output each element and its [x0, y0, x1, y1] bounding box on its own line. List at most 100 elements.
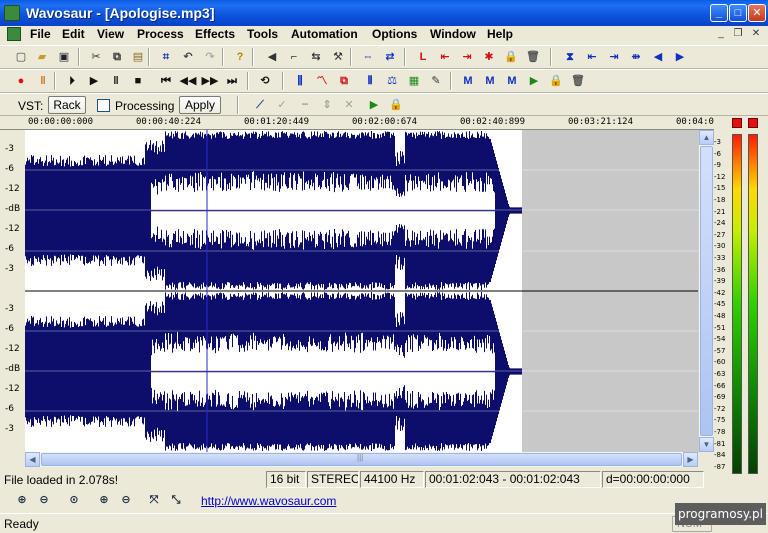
region-play-icon[interactable]: ▶ [524, 71, 544, 91]
play-icon[interactable]: ▶ [84, 71, 104, 91]
marker-delete-icon[interactable]: ✱ [479, 47, 499, 67]
scroll-up-button[interactable]: ▲ [699, 130, 714, 145]
copy-icon[interactable]: ⧉ [107, 47, 127, 67]
pencil-icon[interactable]: ✎ [426, 71, 446, 91]
balance-icon[interactable]: ⚖ [382, 71, 402, 91]
mdi-minimize-button[interactable]: _ [714, 28, 728, 41]
cut-icon[interactable]: ✂ [86, 47, 106, 67]
zoom-in-icon[interactable]: ⊕ [12, 490, 32, 510]
close-button[interactable]: ✕ [748, 4, 766, 22]
marker-m-right-icon[interactable]: M [502, 71, 522, 91]
scroll-down-button[interactable]: ▼ [699, 437, 714, 452]
copy-region-icon[interactable]: ⧉ [334, 71, 354, 91]
play-region-icon[interactable]: ▶ [364, 95, 384, 115]
dots-icon[interactable]: ┅ [295, 95, 315, 115]
vertical-scroll-thumb[interactable] [700, 146, 713, 436]
document-icon[interactable] [7, 27, 21, 41]
zoom-vertical-out-icon[interactable]: ⊖ [116, 490, 136, 510]
play-from-start-icon[interactable]: ⏵ [62, 71, 82, 91]
menu-automation[interactable]: Automation [291, 27, 358, 41]
undo-icon[interactable]: ↶ [178, 47, 198, 67]
clip-indicator-left[interactable] [732, 118, 742, 128]
marker-m-left-icon[interactable]: M [480, 71, 500, 91]
fx-icon[interactable]: ⫼ [290, 71, 310, 91]
apply-button[interactable]: Apply [179, 96, 221, 114]
mdi-close-button[interactable]: ✕ [749, 28, 763, 41]
rewind-icon[interactable]: ◀◀ [178, 71, 198, 91]
arrow-left-icon[interactable]: ◀ [648, 47, 668, 67]
reverse-icon[interactable]: ⇄ [380, 47, 400, 67]
help-icon[interactable]: ? [230, 47, 250, 67]
timeline-ruler[interactable]: 00:00:00:000 00:00:40:224 00:01:20:449 0… [0, 116, 725, 130]
menu-help[interactable]: Help [487, 27, 513, 41]
region-icon[interactable]: ⧗ [560, 47, 580, 67]
waveform-canvas[interactable] [25, 130, 698, 452]
lock-icon[interactable]: 🔒 [386, 95, 406, 115]
zoom-selection-icon[interactable]: ⤧ [144, 490, 164, 510]
menu-file[interactable]: File [30, 27, 51, 41]
spectrum-icon[interactable]: ▦ [404, 71, 424, 91]
forward-icon[interactable]: ▶▶ [200, 71, 220, 91]
zoom-out-icon[interactable]: ⊖ [34, 490, 54, 510]
go-start-icon[interactable]: ⏮ [156, 71, 176, 91]
loop-play-icon[interactable]: ⟲ [255, 71, 275, 91]
tool-icon[interactable]: ⚒ [328, 47, 348, 67]
save-icon[interactable]: ▣ [54, 47, 74, 67]
check-icon[interactable]: ✓ [272, 95, 292, 115]
vertical-scrollbar[interactable]: ▲ ▼ [698, 130, 714, 452]
marker-red-icon[interactable]: L [413, 47, 433, 67]
trash-icon[interactable]: 🗑 [523, 47, 543, 67]
go-end-icon[interactable]: ⏭ [222, 71, 242, 91]
chart-icon[interactable]: 〽 [312, 71, 332, 91]
redo-icon[interactable]: ↷ [200, 47, 220, 67]
arrow-right-icon[interactable]: ▶ [670, 47, 690, 67]
marker-m-icon[interactable]: M [458, 71, 478, 91]
marker-icon[interactable]: ⌐ [284, 47, 304, 67]
menu-view[interactable]: View [97, 27, 124, 41]
zoom-fit-icon[interactable]: ⊙ [64, 490, 84, 510]
minimize-button[interactable]: _ [710, 4, 728, 22]
waveform-view[interactable] [25, 130, 698, 452]
zoom-vertical-in-icon[interactable]: ⊕ [94, 490, 114, 510]
normalize-icon[interactable]: ⇔ [358, 47, 378, 67]
envelope-icon[interactable]: ⟋ [250, 95, 270, 115]
pause-record-icon[interactable]: ‖ [33, 71, 53, 91]
marker-right-icon[interactable]: ⇥ [457, 47, 477, 67]
menu-window[interactable]: Window [430, 27, 476, 41]
zoom-all-icon[interactable]: ⤡ [166, 490, 186, 510]
stop-icon[interactable]: ■ [128, 71, 148, 91]
crop-icon[interactable]: ⌗ [156, 47, 176, 67]
menu-edit[interactable]: Edit [62, 27, 85, 41]
rack-button[interactable]: Rack [48, 96, 86, 114]
app-icon[interactable] [4, 5, 20, 21]
trash-icon[interactable]: 🗑 [568, 71, 588, 91]
scroll-right-button[interactable]: ▶ [683, 452, 698, 467]
scroll-left-button[interactable]: ◀ [25, 452, 40, 467]
horizontal-scrollbar[interactable]: ◀ ||| ▶ [25, 452, 698, 467]
menu-process[interactable]: Process [137, 27, 184, 41]
lock-icon[interactable]: 🔒 [546, 71, 566, 91]
mdi-restore-button[interactable]: ❐ [731, 28, 745, 41]
maximize-button[interactable]: □ [729, 4, 747, 22]
region-next-icon[interactable]: ⇻ [626, 47, 646, 67]
lock-icon[interactable]: 🔒 [501, 47, 521, 67]
paste-icon[interactable]: ▤ [128, 47, 148, 67]
record-icon[interactable]: ● [11, 71, 31, 91]
menu-tools[interactable]: Tools [247, 27, 278, 41]
marker-left-icon[interactable]: ⇤ [435, 47, 455, 67]
speaker-icon[interactable]: ◀ [262, 47, 282, 67]
menu-effects[interactable]: Effects [195, 27, 235, 41]
pause-icon[interactable]: ‖ [106, 71, 126, 91]
region-left-icon[interactable]: ⇤ [582, 47, 602, 67]
open-folder-icon[interactable]: ▰ [32, 47, 52, 67]
new-file-icon[interactable]: ▢ [11, 47, 31, 67]
eq-icon[interactable]: ⫴ [360, 71, 380, 91]
region-right-icon[interactable]: ⇥ [604, 47, 624, 67]
delete-x-icon[interactable]: ✕ [339, 95, 359, 115]
menu-options[interactable]: Options [372, 27, 417, 41]
move-icon[interactable]: ⇕ [317, 95, 337, 115]
clip-indicator-right[interactable] [748, 118, 758, 128]
processing-checkbox[interactable] [97, 99, 110, 112]
website-link[interactable]: http://www.wavosaur.com [201, 494, 336, 508]
loop-icon[interactable]: ⇆ [306, 47, 326, 67]
